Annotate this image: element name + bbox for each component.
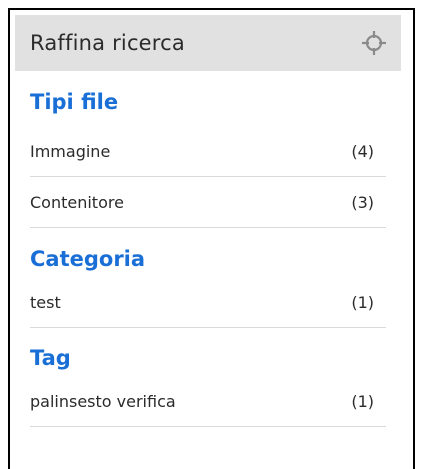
section-tag: Tag palinsesto verifica (1) [15, 328, 401, 427]
facet-item-contenitore[interactable]: Contenitore (3) [30, 177, 386, 228]
facet-list: Immagine (4) Contenitore (3) [30, 126, 386, 228]
facet-label: Contenitore [30, 192, 124, 212]
panel-title: Raffina ricerca [30, 31, 185, 55]
facet-label: palinsesto verifica [30, 391, 176, 411]
section-file-types: Tipi file Immagine (4) Contenitore (3) [15, 71, 401, 228]
facet-count: (4) [351, 141, 374, 161]
section-category: Categoria test (1) [15, 228, 401, 328]
refine-search-panel: Raffina ricerca Tipi file Immagine (4) C… [15, 15, 401, 427]
facet-count: (3) [351, 192, 374, 212]
panel-header: Raffina ricerca [15, 15, 401, 71]
facet-count: (1) [351, 292, 374, 312]
section-title-file-types: Tipi file [30, 90, 119, 114]
facet-count: (1) [351, 391, 374, 411]
facet-item-test[interactable]: test (1) [30, 277, 386, 328]
section-title-tag: Tag [30, 346, 71, 370]
facet-label: test [30, 292, 61, 312]
facet-item-palinsesto-verifica[interactable]: palinsesto verifica (1) [30, 376, 386, 427]
facet-list: palinsesto verifica (1) [30, 376, 386, 427]
facet-item-immagine[interactable]: Immagine (4) [30, 126, 386, 177]
facet-label: Immagine [30, 141, 111, 161]
crosshair-icon[interactable] [361, 30, 387, 56]
facet-list: test (1) [30, 277, 386, 328]
section-title-category: Categoria [30, 247, 146, 271]
